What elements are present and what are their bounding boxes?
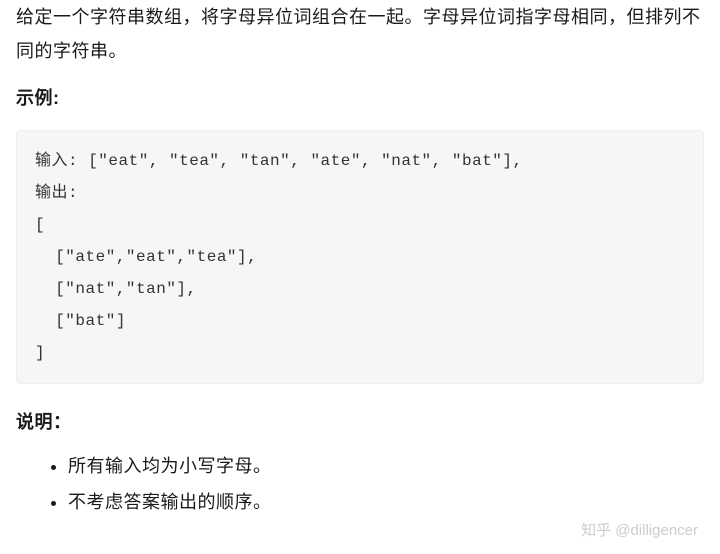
example-code-block: 输入: ["eat", "tea", "tan", "ate", "nat", … — [16, 130, 704, 384]
watermark: 知乎 @dilligencer — [581, 519, 698, 540]
list-item: 所有输入均为小写字母。 — [68, 450, 704, 483]
list-item: 不考虑答案输出的顺序。 — [68, 486, 704, 519]
example-heading: 示例: — [16, 84, 704, 110]
problem-description: 给定一个字符串数组，将字母异位词组合在一起。字母异位词指字母相同，但排列不同的字… — [16, 0, 704, 68]
notes-list: 所有输入均为小写字母。 不考虑答案输出的顺序。 — [16, 450, 704, 519]
notes-heading: 说明： — [16, 408, 704, 434]
